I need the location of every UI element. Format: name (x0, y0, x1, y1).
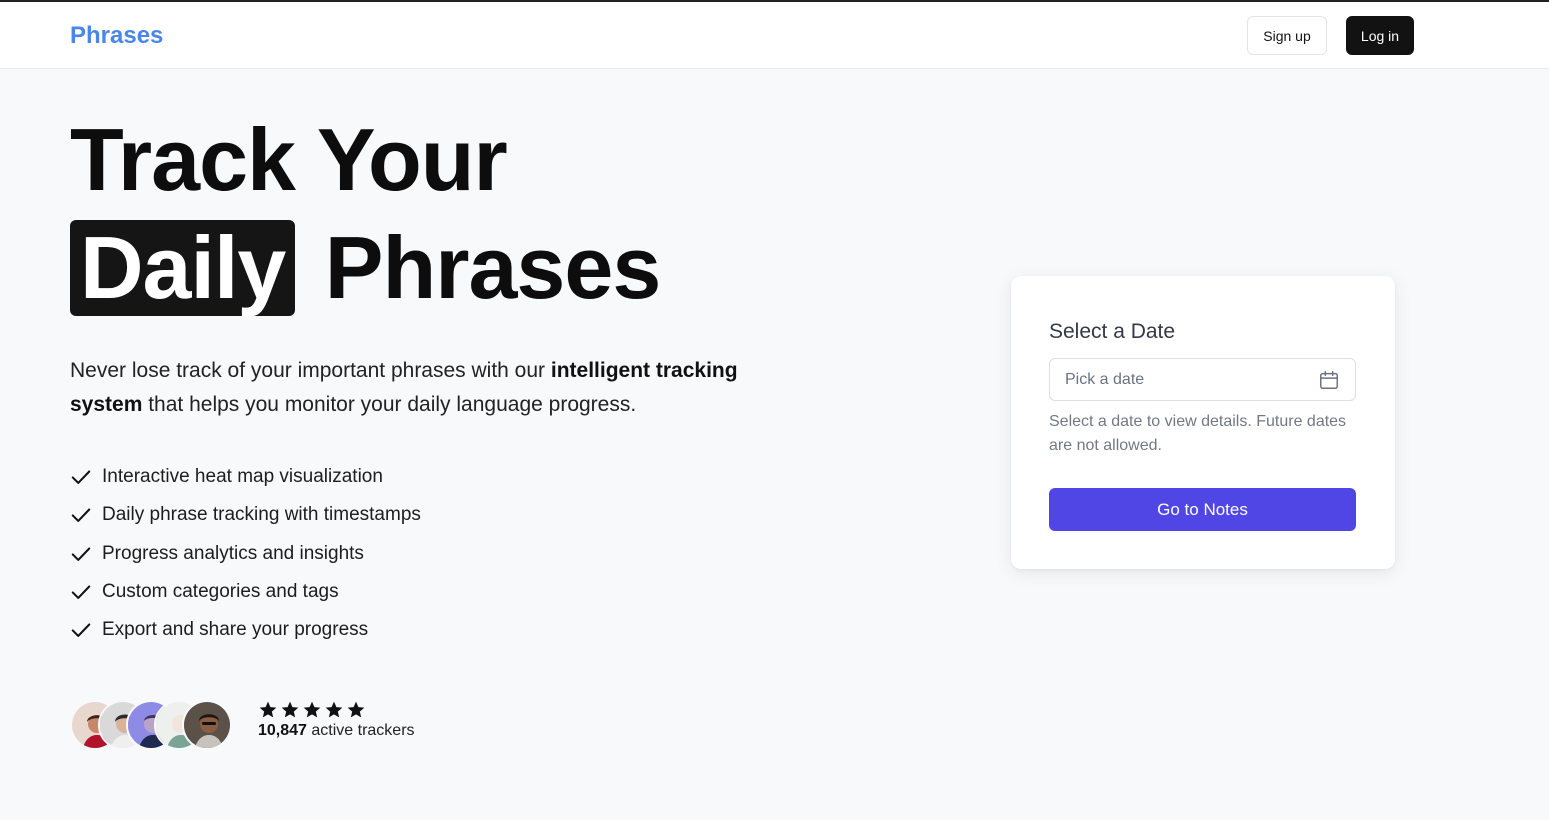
navbar: Phrases Sign up Log in (0, 2, 1549, 69)
star-icon (280, 700, 300, 720)
feature-label: Export and share your progress (102, 619, 369, 641)
check-icon (70, 504, 92, 526)
feature-item: Export and share your progress (70, 611, 421, 649)
tracker-count-number: 10,847 (258, 722, 307, 739)
hero-title: Track Your Daily Phrases (70, 106, 661, 322)
feature-label: Interactive heat map visualization (102, 466, 383, 488)
tracker-count-suffix: active trackers (306, 722, 415, 739)
card-title: Select a Date (1049, 320, 1176, 343)
star-icon (258, 700, 278, 720)
calendar-icon (1318, 369, 1340, 391)
avatar (182, 700, 232, 750)
brand-logo[interactable]: Phrases (70, 22, 163, 50)
login-button[interactable]: Log in (1346, 16, 1414, 55)
feature-item: Progress analytics and insights (70, 535, 421, 573)
tracker-count: 10,847 active trackers (258, 722, 415, 740)
date-picker-input[interactable]: Pick a date (1049, 358, 1356, 401)
feature-label: Progress analytics and insights (102, 542, 364, 564)
star-icon (324, 700, 344, 720)
star-rating (258, 700, 415, 720)
description-text-1: Never lose track of your important phras… (70, 359, 551, 382)
hero-title-line-1: Track Your (70, 110, 508, 209)
check-icon (70, 543, 92, 565)
feature-list: Interactive heat map visualization Daily… (70, 458, 421, 649)
go-to-notes-button[interactable]: Go to Notes (1049, 488, 1356, 531)
date-placeholder: Pick a date (1065, 370, 1145, 388)
check-icon (70, 466, 92, 488)
date-hint: Select a date to view details. Future da… (1049, 413, 1347, 454)
hero-title-line-2-rest: Phrases (324, 218, 661, 317)
description-text-2: that helps you monitor your daily langua… (142, 393, 637, 416)
signup-button[interactable]: Sign up (1247, 16, 1327, 55)
hero-title-line-2: Daily Phrases (70, 214, 661, 322)
feature-label: Custom categories and tags (102, 581, 339, 603)
feature-label: Daily phrase tracking with timestamps (102, 504, 421, 526)
hero-description: Never lose track of your important phras… (70, 354, 790, 422)
star-icon (346, 700, 366, 720)
feature-item: Daily phrase tracking with timestamps (70, 496, 421, 534)
check-icon (70, 581, 92, 603)
check-icon (70, 619, 92, 641)
feature-item: Interactive heat map visualization (70, 458, 421, 496)
star-icon (302, 700, 322, 720)
hero-title-highlight: Daily (70, 220, 296, 316)
feature-item: Custom categories and tags (70, 573, 421, 611)
rating-block: 10,847 active trackers (258, 700, 415, 740)
date-picker-card: Select a Date Pick a date Select a date … (1011, 276, 1395, 569)
